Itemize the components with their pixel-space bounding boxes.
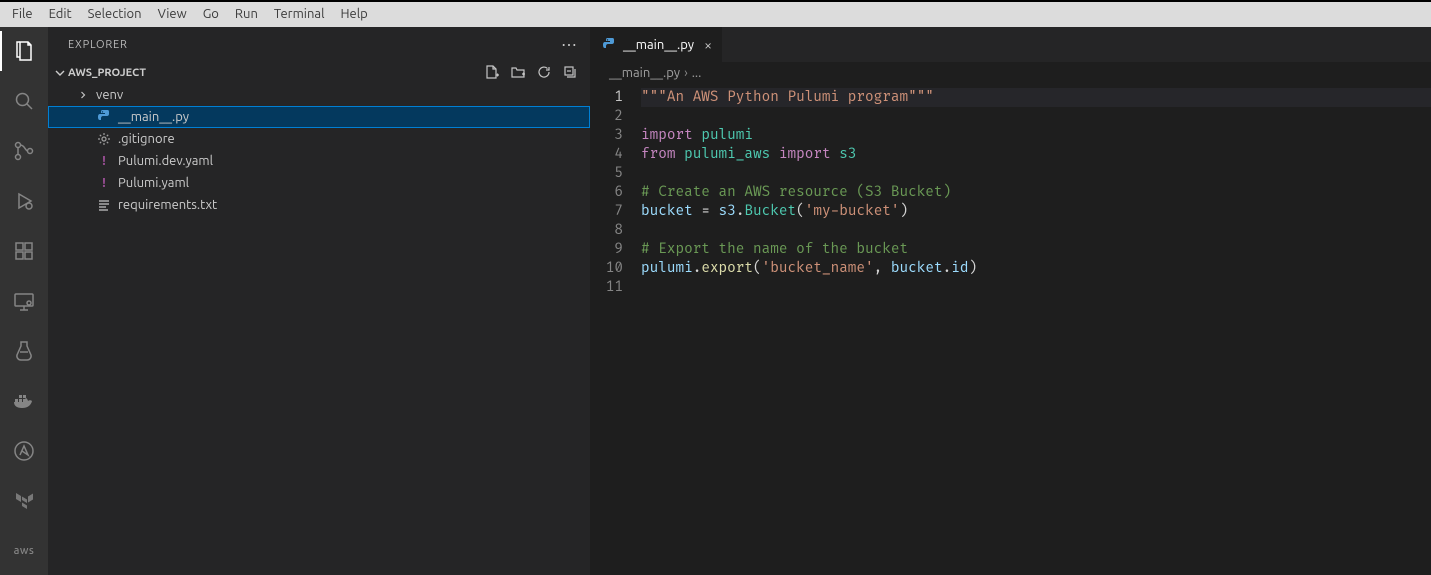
line-number: 9: [591, 240, 623, 259]
sidebar-more-icon[interactable]: ⋯: [561, 35, 578, 54]
terraform-icon[interactable]: [0, 485, 48, 517]
file-requirements-txt[interactable]: requirements.txt: [48, 194, 590, 216]
chevron-down-icon: [52, 65, 68, 81]
menu-go[interactable]: Go: [195, 2, 227, 27]
sidebar: EXPLORER ⋯ AWS_PROJECT venv __main__.py .g…: [48, 27, 591, 575]
new-file-icon[interactable]: [484, 64, 500, 83]
code-line[interactable]: # Export the name of the bucket: [641, 240, 1431, 259]
tab--main-py[interactable]: __main__.py ×: [591, 27, 723, 62]
explorer-header-actions: [484, 64, 586, 83]
code-line[interactable]: [641, 164, 1431, 183]
line-number: 2: [591, 107, 623, 126]
breadcrumbs[interactable]: __main__.py › ...: [591, 62, 1431, 84]
testing-icon[interactable]: [0, 335, 48, 367]
file-label: Pulumi.yaml: [118, 176, 189, 190]
chevron-right-icon: [76, 89, 90, 101]
code-line[interactable]: [641, 107, 1431, 126]
editor[interactable]: 1234567891011 """An AWS Python Pulumi pr…: [591, 84, 1431, 575]
breadcrumb-file: __main__.py: [609, 66, 680, 80]
explorer-folder-header[interactable]: AWS_PROJECT: [48, 62, 590, 84]
activity-bar: aws: [0, 27, 48, 575]
file-tree: venv __main__.py .gitignore! Pulumi.dev.yam…: [48, 84, 590, 216]
file-main-py[interactable]: __main__.py: [48, 106, 590, 128]
code-line[interactable]: pulumi.export('bucket_name', bucket.id): [641, 259, 1431, 278]
line-number: 5: [591, 164, 623, 183]
sidebar-title-row: EXPLORER ⋯: [48, 27, 590, 62]
file-label: venv: [96, 88, 123, 102]
file-venv[interactable]: venv: [48, 84, 590, 106]
breadcrumb-trail: ...: [692, 66, 702, 80]
code-line[interactable]: [641, 221, 1431, 240]
close-icon[interactable]: ×: [700, 37, 712, 53]
line-number: 10: [591, 259, 623, 278]
code-area[interactable]: """An AWS Python Pulumi program""" import…: [641, 84, 1431, 575]
python-icon: [601, 37, 617, 53]
editor-tabs: __main__.py ×: [591, 27, 1431, 62]
menu-help[interactable]: Help: [332, 2, 375, 27]
editor-group: __main__.py × __main__.py › ... 123456789…: [591, 27, 1431, 575]
refresh-icon[interactable]: [536, 64, 552, 83]
file-label: __main__.py: [118, 110, 189, 124]
line-number: 8: [591, 221, 623, 240]
file-label: requirements.txt: [118, 198, 217, 212]
gear-icon: [96, 131, 112, 147]
ansible-icon[interactable]: [0, 435, 48, 467]
line-number: 11: [591, 278, 623, 297]
file-pulumi-yaml[interactable]: ! Pulumi.yaml: [48, 172, 590, 194]
explorer-folder-name: AWS_PROJECT: [68, 67, 146, 79]
new-folder-icon[interactable]: [510, 64, 526, 83]
yaml-icon: !: [96, 153, 112, 169]
file-label: .gitignore: [118, 132, 175, 146]
explorer-icon[interactable]: [0, 35, 48, 67]
file-gitignore[interactable]: .gitignore: [48, 128, 590, 150]
menu-file[interactable]: File: [4, 2, 41, 27]
line-number: 1: [591, 88, 623, 107]
line-number: 7: [591, 202, 623, 221]
remote-explorer-icon[interactable]: [0, 285, 48, 317]
chevron-right-icon: ›: [684, 66, 688, 80]
menu-selection[interactable]: Selection: [80, 2, 150, 27]
gutter: 1234567891011: [591, 84, 641, 575]
code-line[interactable]: bucket = s3.Bucket('my-bucket'): [641, 202, 1431, 221]
text-file-icon: [96, 197, 112, 213]
menu-run[interactable]: Run: [227, 2, 266, 27]
menu-terminal[interactable]: Terminal: [266, 2, 333, 27]
code-line[interactable]: [641, 278, 1431, 297]
line-number: 4: [591, 145, 623, 164]
menu-bar: FileEditSelectionViewGoRunTerminalHelp: [0, 2, 1431, 27]
file-label: Pulumi.dev.yaml: [118, 154, 213, 168]
extensions-icon[interactable]: [0, 235, 48, 267]
yaml-icon: !: [96, 175, 112, 191]
menu-view[interactable]: View: [150, 2, 195, 27]
docker-icon[interactable]: [0, 385, 48, 417]
code-line[interactable]: import pulumi: [641, 126, 1431, 145]
code-line[interactable]: from pulumi_aws import s3: [641, 145, 1431, 164]
search-icon[interactable]: [0, 85, 48, 117]
python-icon: [96, 109, 112, 125]
run-debug-icon[interactable]: [0, 185, 48, 217]
code-line[interactable]: """An AWS Python Pulumi program""": [641, 88, 1431, 107]
code-line[interactable]: # Create an AWS resource (S3 Bucket): [641, 183, 1431, 202]
tab-label: __main__.py: [623, 38, 694, 52]
menu-edit[interactable]: Edit: [41, 2, 80, 27]
file-pulumi-dev-yaml[interactable]: ! Pulumi.dev.yaml: [48, 150, 590, 172]
scm-icon[interactable]: [0, 135, 48, 167]
aws-icon[interactable]: aws: [0, 535, 48, 567]
collapse-all-icon[interactable]: [562, 64, 578, 83]
line-number: 6: [591, 183, 623, 202]
sidebar-title: EXPLORER: [68, 39, 128, 51]
line-number: 3: [591, 126, 623, 145]
